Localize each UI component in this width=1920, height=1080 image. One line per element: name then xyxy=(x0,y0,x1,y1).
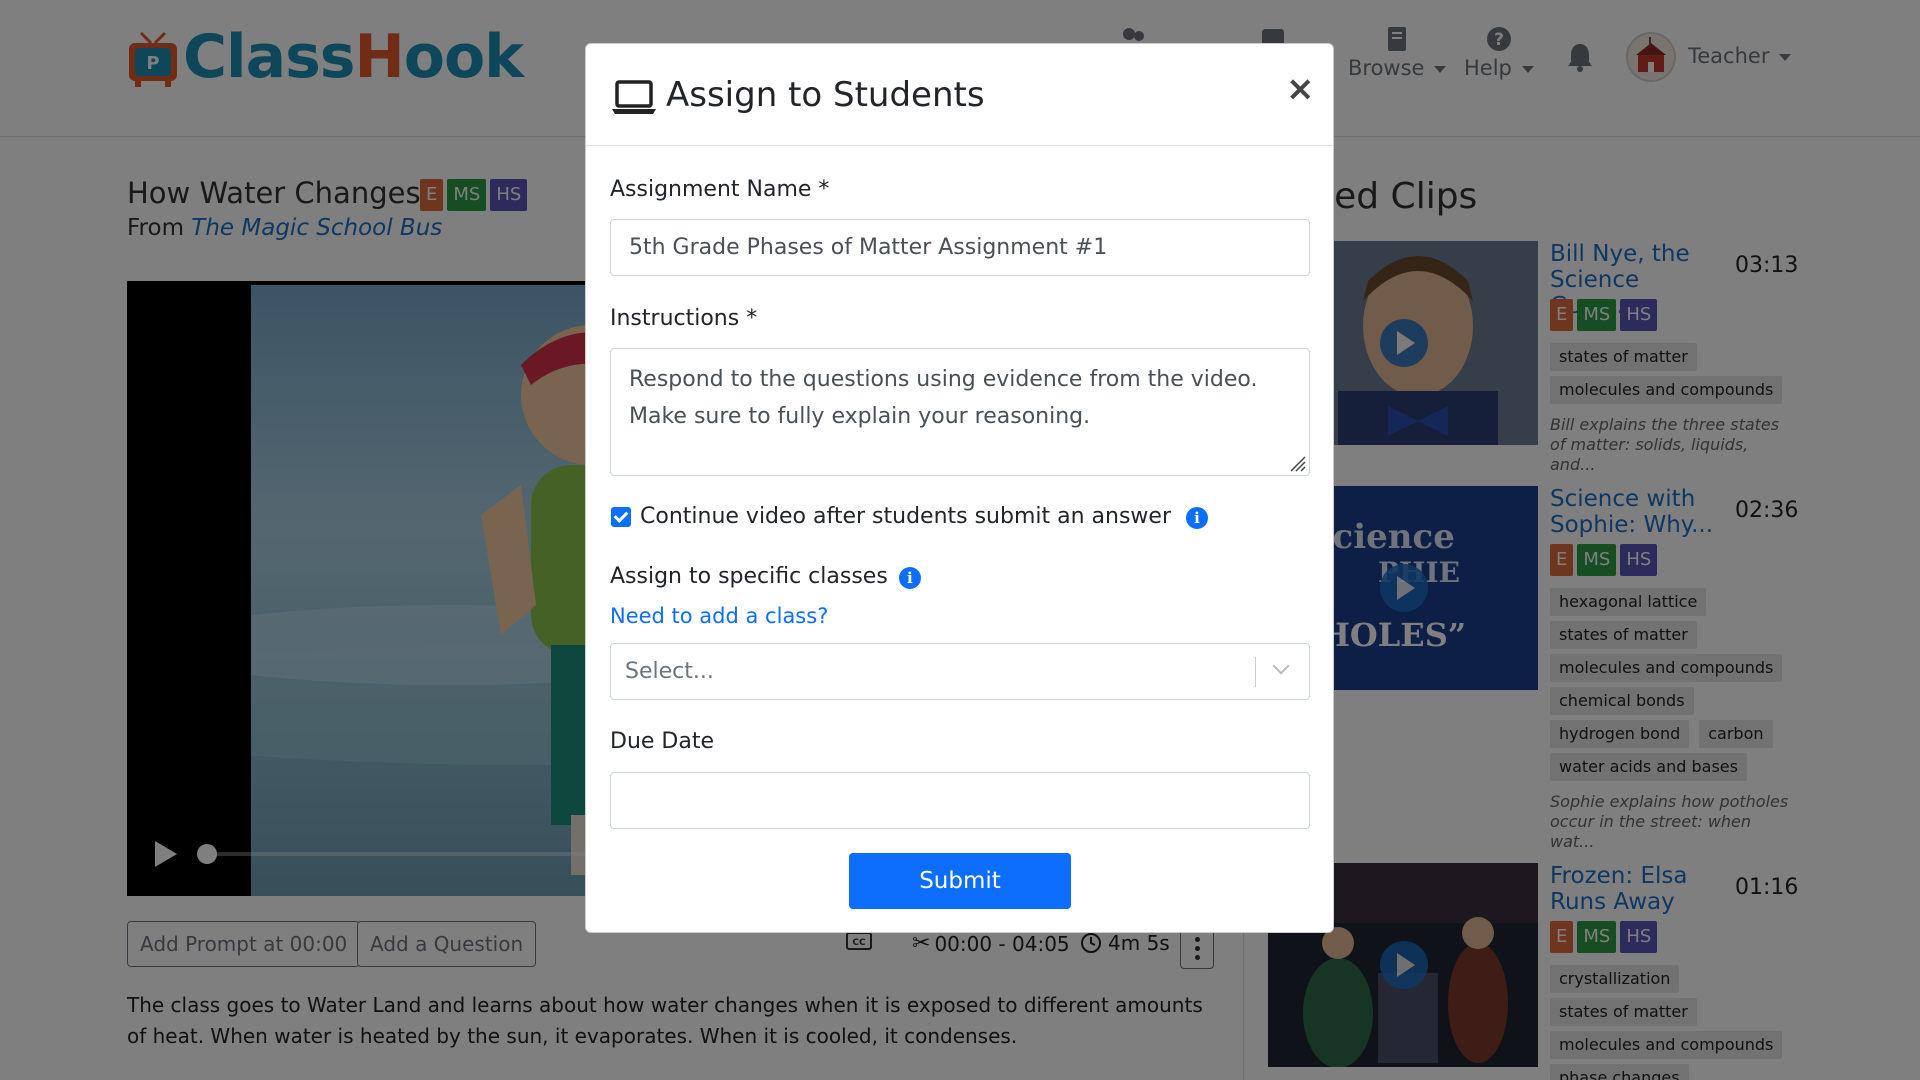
due-date-input[interactable] xyxy=(610,772,1310,829)
resize-handle-icon[interactable] xyxy=(1287,453,1307,473)
close-icon[interactable]: × xyxy=(1286,72,1315,106)
submit-button[interactable]: Submit xyxy=(849,853,1071,909)
select-separator xyxy=(1255,657,1256,687)
continue-video-label: Continue video after students submit an … xyxy=(640,504,1209,529)
modal-header: Assign to Students × xyxy=(586,44,1333,146)
chevron-down-icon[interactable] xyxy=(1272,657,1290,675)
instructions-label: Instructions * xyxy=(610,306,758,331)
continue-video-text: Continue video after students submit an … xyxy=(640,504,1172,529)
assignment-name-label: Assignment Name * xyxy=(610,177,830,202)
info-icon[interactable]: i xyxy=(898,567,921,589)
add-class-link[interactable]: Need to add a class? xyxy=(610,604,828,628)
instructions-textarea[interactable]: Respond to the questions using evidence … xyxy=(610,348,1310,476)
class-select[interactable]: Select... xyxy=(610,643,1310,700)
assignment-name-input[interactable]: 5th Grade Phases of Matter Assignment #1 xyxy=(610,219,1310,276)
instructions-line: Respond to the questions using evidence … xyxy=(629,367,1258,392)
modal-title: Assign to Students xyxy=(666,75,985,115)
info-icon[interactable]: i xyxy=(1186,507,1209,529)
assign-to-students-modal: Assign to Students × Assignment Name * 5… xyxy=(585,43,1334,933)
continue-video-checkbox[interactable] xyxy=(611,507,631,527)
assign-classes-label: Assign to specific classes i xyxy=(610,564,921,589)
laptop-icon xyxy=(611,80,657,120)
assign-classes-text: Assign to specific classes xyxy=(610,564,888,589)
instructions-line: Make sure to fully explain your reasonin… xyxy=(629,404,1091,429)
class-select-placeholder: Select... xyxy=(625,659,714,684)
due-date-label: Due Date xyxy=(610,729,714,754)
